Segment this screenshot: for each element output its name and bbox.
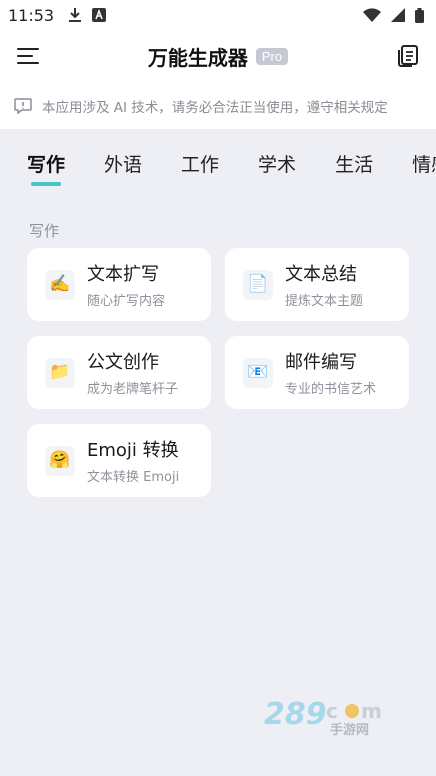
- tab-work[interactable]: 工作: [181, 150, 219, 177]
- card-official-document[interactable]: 📁 公文创作 成为老牌笔杆子: [27, 336, 211, 409]
- tab-emotion[interactable]: 情感: [412, 150, 436, 177]
- svg-text:c: c: [326, 699, 338, 723]
- category-tabs: 写作 外语 工作 学术 生活 情感: [0, 130, 436, 202]
- font-app-icon: [92, 8, 107, 22]
- card-email-writing[interactable]: 📧 邮件编写 专业的书信艺术: [225, 336, 409, 409]
- svg-text:手游网: 手游网: [330, 722, 369, 736]
- hamburger-menu-icon[interactable]: [16, 44, 40, 68]
- card-title: 公文创作: [87, 352, 159, 373]
- notice-text: 本应用涉及 AI 技术，请务必合法正当使用，遵守相关规定: [42, 99, 388, 116]
- info-message-icon: [14, 97, 32, 114]
- page-title: 万能生成器: [147, 45, 248, 70]
- svg-text:289: 289: [264, 697, 327, 732]
- card-subtitle: 成为老牌笔杆子: [87, 382, 179, 397]
- status-bar: 11:53: [0, 0, 436, 30]
- app-header: 万能生成器 Pro: [0, 30, 436, 82]
- title-wrap: 万能生成器 Pro: [147, 42, 289, 71]
- tool-grid: ✍️ 文本扩写 随心扩写内容 📄 文本总结 提炼文本主题 📁 公文创作 成为老牌…: [0, 248, 436, 497]
- tab-academic[interactable]: 学术: [258, 150, 296, 177]
- card-emoji-convert[interactable]: 🤗 Emoji 转换 文本转换 Emoji: [27, 424, 211, 497]
- card-subtitle: 专业的书信艺术: [285, 382, 377, 397]
- card-subtitle: 随心扩写内容: [87, 294, 166, 309]
- document-summary-icon: 📄: [243, 269, 273, 300]
- battery-icon: [415, 7, 424, 23]
- envelope-icon: 📧: [243, 357, 273, 388]
- card-title: 文本扩写: [87, 264, 159, 285]
- card-title: Emoji 转换: [87, 440, 179, 461]
- download-icon: [68, 7, 82, 23]
- status-time: 11:53: [8, 5, 55, 25]
- site-watermark-logo: 289 c m 手游网: [264, 696, 414, 738]
- card-subtitle: 文本转换 Emoji: [87, 470, 180, 485]
- section-title: 写作: [29, 222, 60, 240]
- document-list-icon[interactable]: [396, 44, 420, 68]
- card-title: 文本总结: [285, 264, 357, 285]
- pro-badge[interactable]: Pro: [255, 47, 289, 65]
- signal-icon: [391, 8, 405, 22]
- card-title: 邮件编写: [285, 352, 357, 373]
- svg-text:m: m: [361, 699, 382, 723]
- folder-document-icon: 📁: [45, 357, 75, 388]
- writing-hand-icon: ✍️: [45, 269, 75, 300]
- card-text-summary[interactable]: 📄 文本总结 提炼文本主题: [225, 248, 409, 321]
- tab-foreign-language[interactable]: 外语: [104, 150, 142, 177]
- wifi-icon: [363, 8, 381, 22]
- tab-writing[interactable]: 写作: [27, 150, 65, 186]
- notice-bar: 本应用涉及 AI 技术，请务必合法正当使用，遵守相关规定: [0, 82, 436, 130]
- card-subtitle: 提炼文本主题: [285, 294, 364, 309]
- card-text-expand[interactable]: ✍️ 文本扩写 随心扩写内容: [27, 248, 211, 321]
- tab-life[interactable]: 生活: [335, 150, 373, 177]
- emoji-hug-icon: 🤗: [45, 445, 75, 476]
